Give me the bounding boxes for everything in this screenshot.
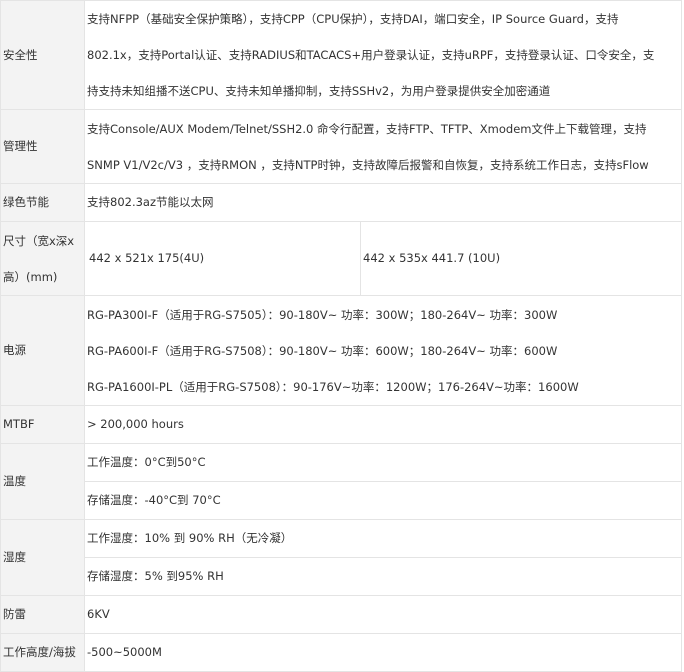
value-mtbf: > 200,000 hours (84, 405, 682, 444)
row-humidity-storage: 存储湿度：5% 到95% RH (1, 557, 682, 596)
row-management: 管理性 支持Console/AUX Modem/Telnet/SSH2.0 命令… (0, 109, 682, 184)
row-mtbf: MTBF > 200,000 hours (0, 405, 682, 444)
label-humidity: 湿度 (0, 519, 85, 596)
management-line-1: 支持Console/AUX Modem/Telnet/SSH2.0 命令行配置，… (87, 121, 647, 136)
dimensions-label-line-1: 尺寸（宽x深x (3, 233, 75, 248)
value-humidity-storage: 存储湿度：5% 到95% RH (84, 557, 682, 596)
value-lightning: 6KV (84, 595, 682, 634)
power-line-3: RG-PA1600I-PL（适用于RG-S7508）：90-176V~功率：12… (87, 379, 579, 394)
label-altitude: 工作高度/海拔 (0, 633, 85, 672)
value-green: 支持802.3az节能以太网 (84, 183, 682, 222)
security-line-1: 支持NFPP（基础安全保护策略），支持CPP（CPU保护），支持DAI，端口安全… (87, 12, 619, 26)
spec-table: 安全性 支持NFPP（基础安全保护策略），支持CPP（CPU保护），支持DAI，… (0, 0, 682, 672)
management-line-2: SNMP V1/V2c/V3 ，支持RMON ，支持NTP时钟，支持故障后报警和… (87, 157, 649, 172)
value-power: RG-PA300I-F（适用于RG-S7505）：90-180V~ 功率：300… (84, 295, 682, 406)
value-temperature-working: 工作温度：0°C到50°C (84, 443, 682, 482)
power-line-2: RG-PA600I-F（适用于RG-S7508）：90-180V~ 功率：600… (87, 343, 558, 358)
label-mtbf: MTBF (0, 405, 85, 444)
label-green: 绿色节能 (0, 183, 85, 222)
label-management: 管理性 (0, 109, 85, 184)
value-dimensions-4u: 442 x 521x 175(4U) (84, 221, 361, 296)
value-temperature-storage: 存储温度：-40°C到 70°C (84, 481, 682, 520)
label-power: 电源 (0, 295, 85, 406)
power-line-1: RG-PA300I-F（适用于RG-S7505）：90-180V~ 功率：300… (87, 307, 558, 322)
security-line-3: 持支持未知组播不送CPU、支持未知单播抑制，支持SSHv2，为用户登录提供安全加… (87, 84, 551, 98)
security-line-2: 802.1x，支持Portal认证、支持RADIUS和TACACS+用户登录认证… (87, 48, 655, 62)
label-security: 安全性 (0, 0, 85, 110)
row-dimensions: 尺寸（宽x深x 高）(mm) 442 x 521x 175(4U) 442 x … (0, 221, 682, 296)
row-green: 绿色节能 支持802.3az节能以太网 (0, 183, 682, 222)
label-dimensions: 尺寸（宽x深x 高）(mm) (0, 221, 85, 296)
row-lightning: 防雷 6KV (0, 595, 682, 634)
row-power: 电源 RG-PA300I-F（适用于RG-S7505）：90-180V~ 功率：… (0, 295, 682, 406)
value-humidity-working: 工作湿度：10% 到 90% RH（无冷凝） (84, 519, 682, 558)
row-altitude: 工作高度/海拔 -500~5000M (0, 633, 682, 672)
value-security: 支持NFPP（基础安全保护策略），支持CPP（CPU保护），支持DAI，端口安全… (84, 0, 682, 110)
label-lightning: 防雷 (0, 595, 85, 634)
dimensions-label-line-2: 高）(mm) (3, 269, 58, 284)
value-management: 支持Console/AUX Modem/Telnet/SSH2.0 命令行配置，… (84, 109, 682, 184)
row-security: 安全性 支持NFPP（基础安全保护策略），支持CPP（CPU保护），支持DAI，… (0, 0, 682, 110)
row-temperature-storage: 存储温度：-40°C到 70°C (1, 481, 682, 520)
value-altitude: -500~5000M (84, 633, 682, 672)
row-temperature-working: 温度 工作温度：0°C到50°C (0, 443, 682, 520)
label-temperature: 温度 (0, 443, 85, 520)
row-humidity-working: 湿度 工作湿度：10% 到 90% RH（无冷凝） (0, 519, 682, 596)
value-dimensions-10u: 442 x 535x 441.7 (10U) (360, 221, 682, 296)
